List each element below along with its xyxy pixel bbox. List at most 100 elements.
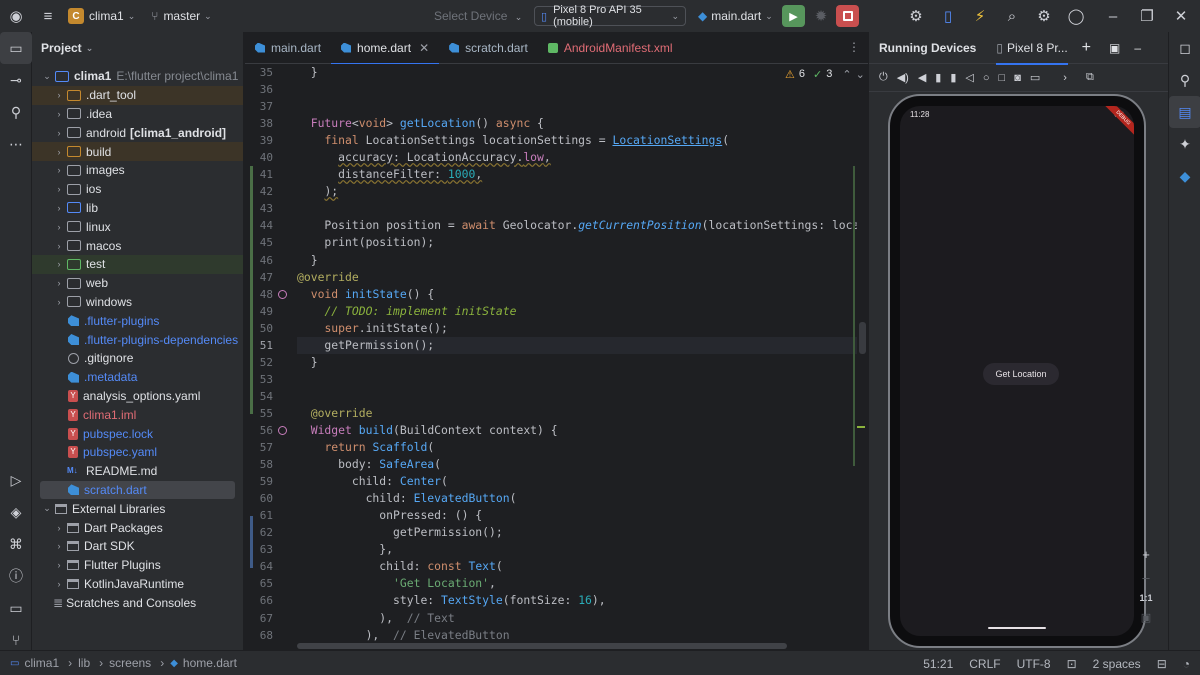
- code-line[interactable]: [297, 81, 857, 98]
- minimize-icon[interactable]: –: [1096, 0, 1130, 32]
- editor-tab[interactable]: AndroidManifest.xml: [538, 32, 683, 64]
- running-devices-icon[interactable]: ▤: [1169, 96, 1200, 128]
- restore-icon[interactable]: ❐: [1130, 0, 1164, 32]
- editor-tab[interactable]: home.dart ✕: [331, 32, 440, 65]
- hide-icon[interactable]: –: [1134, 41, 1141, 55]
- app-logo-icon[interactable]: ◉: [0, 0, 32, 32]
- code-line[interactable]: ), // Text: [297, 610, 857, 627]
- tree-item[interactable]: › .dart_tool: [32, 85, 243, 105]
- rotate-right-icon[interactable]: ▮: [950, 71, 956, 84]
- tree-item[interactable]: › ios: [32, 180, 243, 199]
- code-line[interactable]: child: Center(: [297, 473, 857, 490]
- tree-item[interactable]: Ypubspec.lock: [32, 424, 243, 443]
- external-library-item[interactable]: › Dart SDK: [32, 537, 243, 556]
- back-icon[interactable]: ◁: [965, 71, 973, 84]
- tree-item[interactable]: › web: [32, 274, 243, 293]
- code-line[interactable]: }: [297, 252, 857, 269]
- code-line[interactable]: [297, 200, 857, 217]
- code-line[interactable]: );: [297, 183, 857, 200]
- code-line[interactable]: child: const Text(: [297, 558, 857, 575]
- device-screen[interactable]: 11:28 ▾ ▮ DEBUG Get Location: [900, 106, 1134, 636]
- breadcrumb-item[interactable]: clima1: [24, 656, 59, 670]
- code-line[interactable]: void initState() {: [297, 286, 857, 303]
- code-line[interactable]: },: [297, 541, 857, 558]
- tree-item[interactable]: .gitignore: [32, 349, 243, 368]
- rotate-left-icon[interactable]: ▮: [935, 71, 941, 84]
- override-marker-icon[interactable]: [278, 289, 287, 299]
- build-icon[interactable]: ⌘: [0, 528, 32, 560]
- screenshot-icon[interactable]: ◙: [1014, 72, 1021, 84]
- code-line[interactable]: [297, 388, 857, 405]
- notifications-icon[interactable]: ◻: [1169, 32, 1200, 64]
- tree-item[interactable]: M↓ README.md: [32, 462, 243, 481]
- code-line[interactable]: @override: [297, 405, 857, 422]
- tree-item[interactable]: › macos: [32, 236, 243, 255]
- debug-icon[interactable]: ✹: [805, 0, 837, 32]
- close-tab-icon[interactable]: ✕: [419, 41, 429, 55]
- zoom-fit-icon[interactable]: ▣: [1141, 611, 1151, 624]
- editor-tab[interactable]: scratch.dart: [439, 32, 538, 64]
- breadcrumb-item[interactable]: lib: [78, 656, 90, 670]
- project-selector[interactable]: C clima1 ⌄: [68, 8, 135, 24]
- tree-item[interactable]: › .idea: [32, 105, 243, 124]
- code-line[interactable]: getPermission();: [297, 524, 857, 541]
- chevron-down-icon[interactable]: ⌄: [856, 68, 865, 81]
- power-icon[interactable]: ⏻: [879, 71, 888, 84]
- tree-item[interactable]: .flutter-plugins-dependencies: [32, 330, 243, 349]
- dart-analysis-icon[interactable]: ◈: [0, 496, 32, 528]
- add-icon[interactable]: +: [1082, 39, 1091, 57]
- code-line[interactable]: style: TextStyle(fontSize: 16),: [297, 592, 857, 609]
- device-manager-icon[interactable]: ▯: [932, 0, 964, 32]
- line-separator[interactable]: CRLF: [969, 657, 1000, 671]
- vcs-change-bar[interactable]: [250, 166, 253, 414]
- external-library-item[interactable]: › KotlinJavaRuntime: [32, 575, 243, 594]
- code-line[interactable]: [297, 98, 857, 115]
- lock-icon[interactable]: ⊟: [1157, 657, 1167, 671]
- code-line[interactable]: print(position);: [297, 234, 857, 251]
- chevron-up-icon[interactable]: ⌃: [842, 68, 851, 81]
- code-line[interactable]: ), // ElevatedButton: [297, 627, 857, 644]
- zoom-out-icon[interactable]: –: [1142, 570, 1149, 585]
- hot-reload-icon[interactable]: ⚡: [964, 0, 996, 32]
- close-icon[interactable]: ✕: [1164, 0, 1198, 32]
- indent-setting[interactable]: 2 spaces: [1093, 657, 1141, 671]
- inspection-widget[interactable]: ⚠ 6 ✓ 3 ⌃ ⌄: [785, 66, 865, 82]
- tree-item[interactable]: .flutter-plugins: [32, 311, 243, 330]
- tool-window-icon[interactable]: ⚲: [1169, 64, 1200, 96]
- code-line[interactable]: // TODO: implement initState: [297, 303, 857, 320]
- code-line[interactable]: Widget build(BuildContext context) {: [297, 422, 857, 439]
- code-line[interactable]: 'Get Location',: [297, 575, 857, 592]
- flutter-outline-icon[interactable]: ◆: [1169, 160, 1200, 192]
- more-tabs-icon[interactable]: ⋮: [848, 40, 860, 54]
- code-line[interactable]: getPermission();: [297, 336, 857, 354]
- breadcrumb-item[interactable]: screens: [109, 656, 151, 670]
- run-tool-icon[interactable]: ▷: [0, 464, 32, 496]
- tree-item[interactable]: Yclima1.iml: [32, 405, 243, 424]
- zoom-actual-size[interactable]: 1:1: [1139, 593, 1152, 603]
- code-line[interactable]: Future<void> getLocation() async {: [297, 115, 857, 132]
- project-folder-icon[interactable]: ▭: [0, 32, 32, 64]
- ai-assistant-icon[interactable]: ✦: [1169, 128, 1200, 160]
- commit-icon[interactable]: ⊸: [0, 64, 32, 96]
- code-line[interactable]: body: SafeArea(: [297, 456, 857, 473]
- editor-tab[interactable]: main.dart: [245, 32, 331, 64]
- code-line[interactable]: }: [297, 64, 857, 81]
- tree-item[interactable]: › linux: [32, 217, 243, 236]
- tree-item[interactable]: › lib: [32, 199, 243, 218]
- run-config-selector[interactable]: ◆ main.dart ⌄: [698, 9, 773, 23]
- terminal-icon[interactable]: ▭: [0, 592, 32, 624]
- external-library-item[interactable]: › Flutter Plugins: [32, 556, 243, 575]
- tree-item[interactable]: .metadata: [32, 368, 243, 387]
- tree-item[interactable]: Ypubspec.yaml: [32, 443, 243, 462]
- problems-icon[interactable]: ⓘ: [0, 560, 32, 592]
- tree-external-libraries[interactable]: ⌄ External Libraries: [32, 499, 243, 518]
- select-device-dropdown[interactable]: Select Device ⌄: [434, 9, 522, 23]
- vcs-change-bar[interactable]: [250, 516, 253, 568]
- expand-icon[interactable]: ›: [1063, 72, 1067, 84]
- stop-button[interactable]: [836, 5, 859, 27]
- memory-icon[interactable]: ◔: [1183, 657, 1190, 671]
- tree-item[interactable]: Yanalysis_options.yaml: [32, 387, 243, 406]
- external-library-item[interactable]: › Dart Packages: [32, 518, 243, 537]
- tree-item[interactable]: › windows: [32, 293, 243, 312]
- overview-icon[interactable]: □: [999, 72, 1006, 84]
